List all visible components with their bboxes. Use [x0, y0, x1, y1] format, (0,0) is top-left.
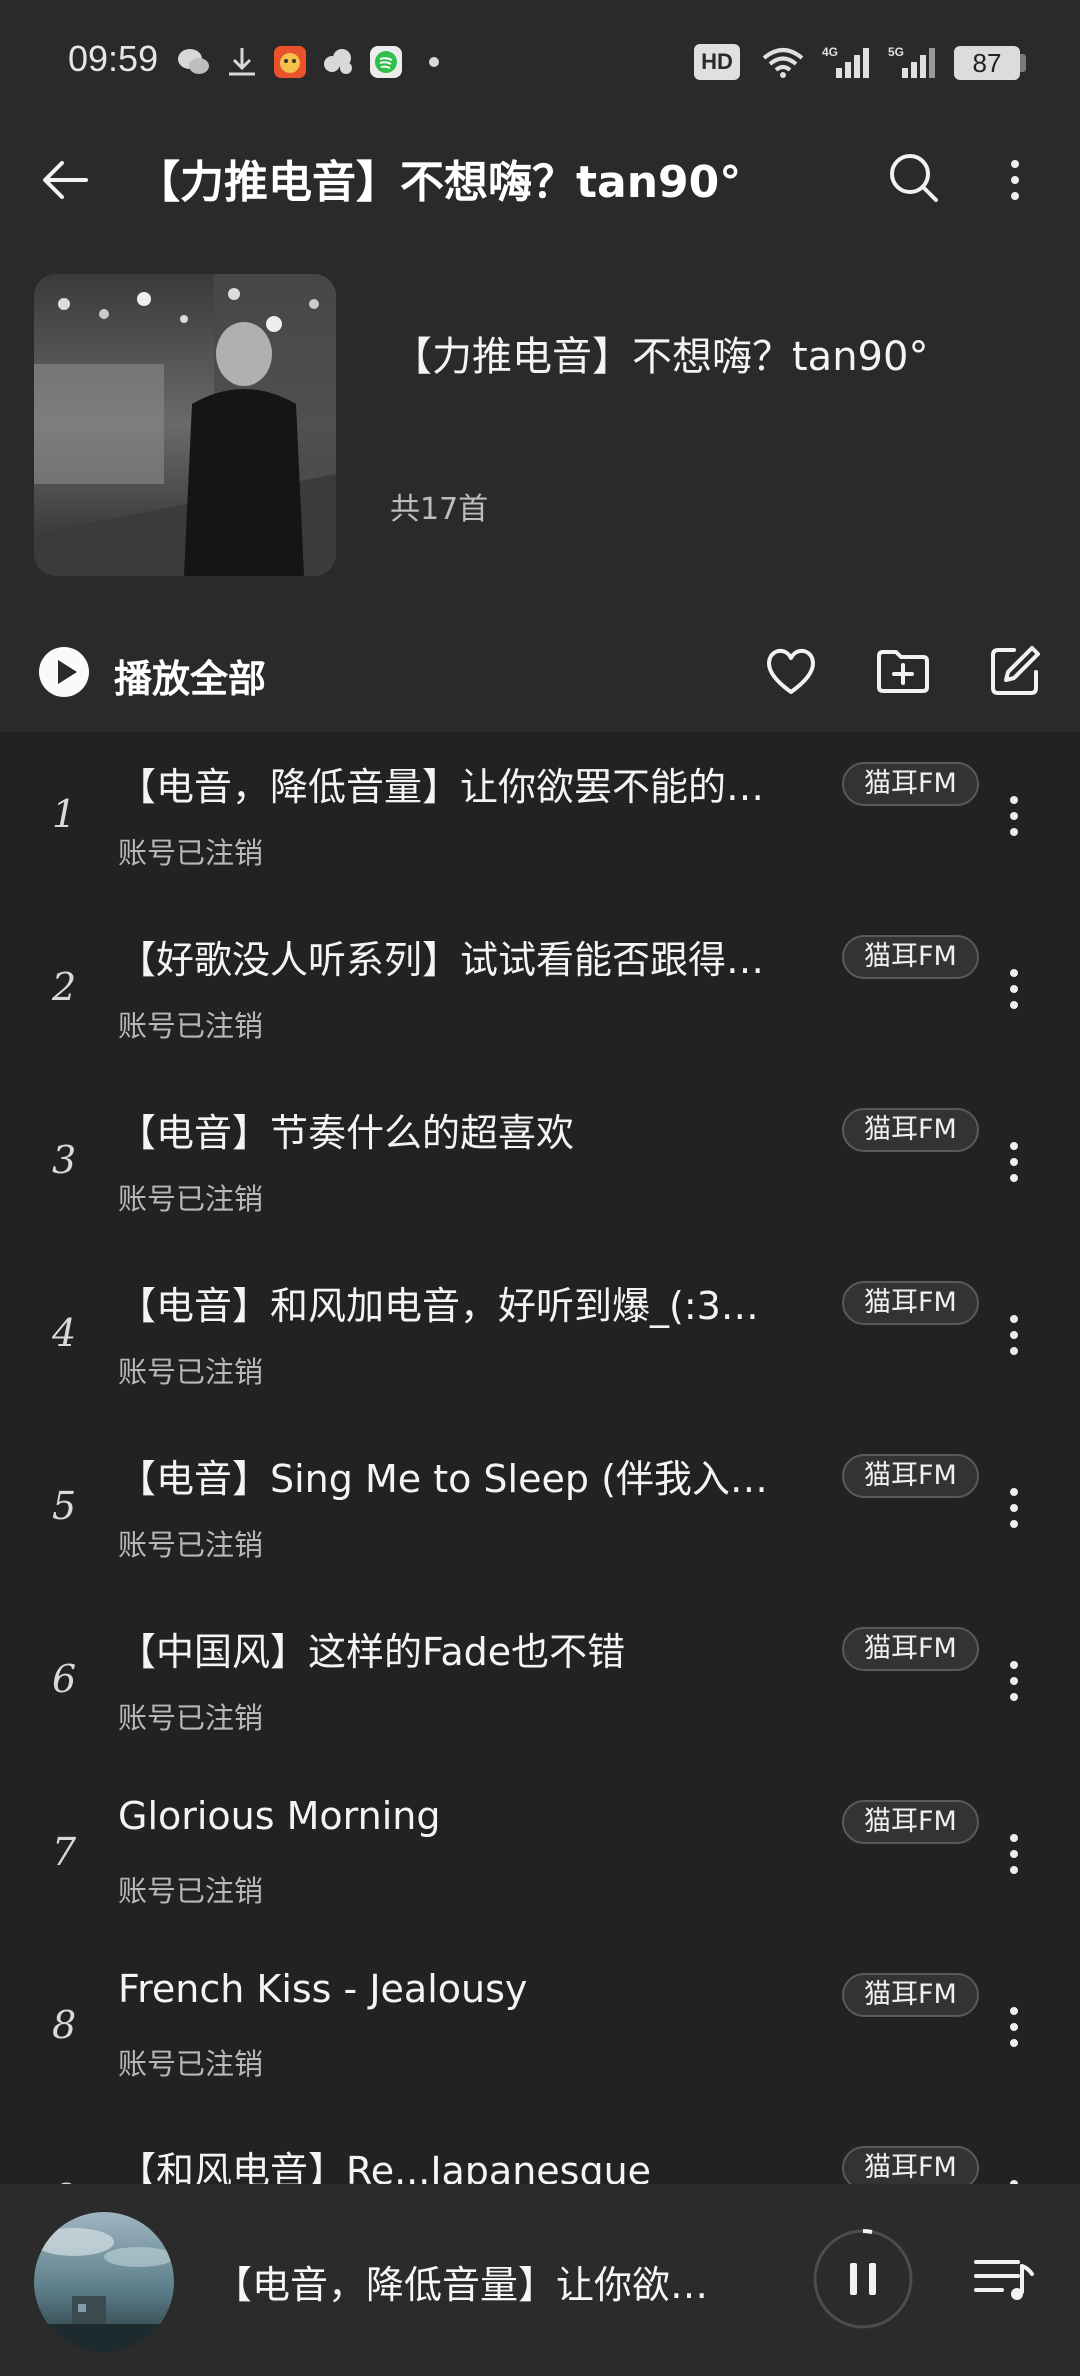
app-header: 【力推电音】不想嗨？tan90°	[0, 120, 1080, 240]
now-playing-artwork[interactable]	[34, 2212, 174, 2352]
track-row[interactable]: 4 【电音】和风加电音，好听到爆_(:3… 账号已注销 猫耳FM	[0, 1251, 1080, 1424]
dot-icon	[429, 57, 439, 67]
track-number: 2	[52, 965, 77, 1009]
more-vertical-icon[interactable]	[1002, 792, 1026, 840]
search-icon[interactable]	[884, 148, 944, 208]
wifi-icon	[762, 48, 804, 78]
source-badge: 猫耳FM	[842, 1973, 979, 2017]
more-vertical-icon[interactable]	[1002, 1138, 1026, 1186]
wechat-icon	[178, 49, 209, 74]
mini-player[interactable]: 【电音，降低音量】让你欲…	[0, 2184, 1080, 2376]
playlist-queue-icon[interactable]	[972, 2248, 1036, 2308]
track-list: 1 【电音，降低音量】让你欲罢不能的… 账号已注销 猫耳FM 2 【好歌没人听系…	[0, 732, 1080, 2184]
hd-badge: HD	[694, 44, 740, 80]
now-playing-title[interactable]: 【电音，降低音量】让你欲…	[214, 2254, 744, 2309]
pause-button-icon[interactable]	[812, 2228, 914, 2330]
source-badge: 猫耳FM	[842, 2146, 979, 2184]
track-row[interactable]: 7 Glorious Morning 账号已注销 猫耳FM	[0, 1770, 1080, 1943]
source-badge: 猫耳FM	[842, 762, 979, 806]
track-number: 7	[52, 1830, 77, 1874]
track-artist: 账号已注销	[118, 2047, 264, 2081]
app-icon	[274, 46, 306, 78]
more-vertical-icon[interactable]	[1002, 1657, 1026, 1705]
page-title: 【力推电音】不想嗨？tan90°	[136, 157, 742, 208]
track-number: 3	[52, 1138, 77, 1182]
music-app-icon	[370, 46, 402, 78]
screen: 09:59 HD 4G 5G 87 【力推电音】不想嗨？tan90° 【力推电音…	[0, 0, 1080, 2376]
track-title: 【电音】节奏什么的超喜欢	[118, 1111, 575, 1155]
track-row[interactable]: 6 【中国风】这样的Fade也不错 账号已注销 猫耳FM	[0, 1597, 1080, 1770]
track-number: 4	[52, 1311, 77, 1355]
source-badge: 猫耳FM	[842, 1800, 979, 1844]
edit-icon[interactable]	[986, 642, 1044, 700]
signal-4g-icon: 4G	[822, 45, 869, 78]
playlist-title: 【力推电音】不想嗨？tan90°	[392, 334, 929, 380]
more-vertical-icon[interactable]	[1002, 1311, 1026, 1359]
download-icon	[229, 48, 255, 76]
source-badge: 猫耳FM	[842, 1281, 979, 1325]
source-badge: 猫耳FM	[842, 1454, 979, 1498]
track-artist: 账号已注销	[118, 1701, 264, 1735]
track-row[interactable]: 2 【好歌没人听系列】试试看能否跟得… 账号已注销 猫耳FM	[0, 905, 1080, 1078]
track-artist: 账号已注销	[118, 1355, 264, 1389]
signal-5g-icon: 5G	[888, 45, 935, 78]
track-title: 【和风电音】Re...Japanesque	[118, 2149, 652, 2184]
play-all-bar: 播放全部	[0, 622, 1080, 732]
track-row[interactable]: 3 【电音】节奏什么的超喜欢 账号已注销 猫耳FM	[0, 1078, 1080, 1251]
track-count: 共17首	[390, 492, 489, 527]
track-row[interactable]: 9 【和风电音】Re...Japanesque 猫耳FM	[0, 2116, 1080, 2184]
track-row[interactable]: 8 French Kiss - Jealousy 账号已注销 猫耳FM	[0, 1943, 1080, 2116]
source-badge: 猫耳FM	[842, 1627, 979, 1671]
heart-icon[interactable]	[762, 642, 820, 700]
track-artist: 账号已注销	[118, 1528, 264, 1562]
track-artist: 账号已注销	[118, 1874, 264, 1908]
more-vertical-icon[interactable]	[1002, 965, 1026, 1013]
track-row[interactable]: 5 【电音】Sing Me to Sleep (伴我入… 账号已注销 猫耳FM	[0, 1424, 1080, 1597]
status-bar: 09:59 HD 4G 5G 87	[0, 0, 1080, 120]
track-number: 8	[52, 2003, 77, 2047]
more-vertical-icon[interactable]	[1002, 1484, 1026, 1532]
track-number: 1	[52, 792, 77, 836]
back-arrow-icon[interactable]	[36, 150, 96, 210]
cloud-icon	[324, 49, 352, 74]
track-artist: 账号已注销	[118, 1009, 264, 1043]
svg-text:5G: 5G	[888, 45, 904, 59]
source-badge: 猫耳FM	[842, 1108, 979, 1152]
track-title: Glorious Morning	[118, 1794, 441, 1838]
track-title: 【中国风】这样的Fade也不错	[118, 1630, 626, 1674]
more-vertical-icon[interactable]	[1002, 1830, 1026, 1878]
svg-text:4G: 4G	[822, 45, 838, 59]
track-number: 9	[52, 2176, 76, 2184]
more-vertical-icon[interactable]	[998, 150, 1032, 210]
track-number: 6	[52, 1657, 77, 1701]
playlist-info: 【力推电音】不想嗨？tan90° 共17首	[0, 240, 1080, 622]
track-title: 【电音】和风加电音，好听到爆_(:3…	[118, 1284, 759, 1328]
playlist-cover-image[interactable]	[34, 274, 336, 576]
track-number: 5	[52, 1484, 77, 1528]
more-vertical-icon[interactable]	[1002, 2176, 1026, 2184]
battery-tip	[1020, 54, 1026, 72]
track-title: 【好歌没人听系列】试试看能否跟得…	[118, 938, 765, 982]
more-vertical-icon[interactable]	[1002, 2003, 1026, 2051]
add-to-folder-icon[interactable]	[874, 642, 932, 700]
track-title: 【电音，降低音量】让你欲罢不能的…	[118, 765, 765, 809]
track-row[interactable]: 1 【电音，降低音量】让你欲罢不能的… 账号已注销 猫耳FM	[0, 732, 1080, 905]
track-title: French Kiss - Jealousy	[118, 1967, 528, 2011]
track-artist: 账号已注销	[118, 1182, 264, 1216]
battery-icon: 87	[954, 46, 1020, 80]
play-circle-icon[interactable]	[38, 646, 90, 698]
status-time: 09:59	[68, 38, 159, 79]
track-title: 【电音】Sing Me to Sleep (伴我入…	[118, 1457, 768, 1501]
track-artist: 账号已注销	[118, 836, 264, 870]
play-all-button[interactable]: 播放全部	[114, 648, 266, 703]
source-badge: 猫耳FM	[842, 935, 979, 979]
